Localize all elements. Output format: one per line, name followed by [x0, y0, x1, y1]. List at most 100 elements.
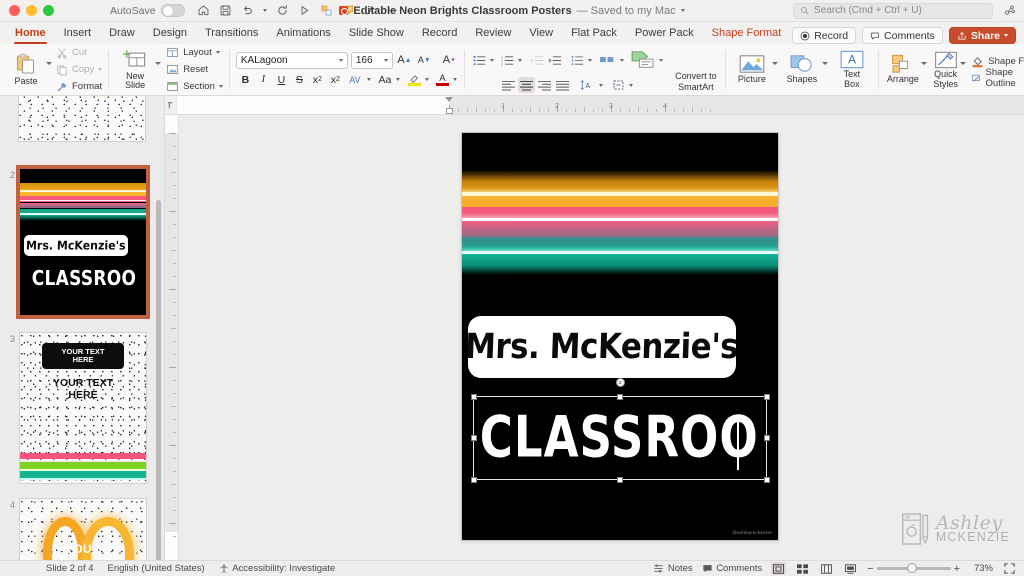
presenter-view-button[interactable]: [843, 562, 858, 575]
fit-slide-button[interactable]: [1002, 562, 1017, 575]
font-family-caret-icon[interactable]: [338, 58, 343, 62]
text-box-button[interactable]: A Text Box: [832, 44, 872, 95]
change-case-caret-icon[interactable]: [395, 78, 400, 81]
undo-dropdown-caret-icon[interactable]: [262, 9, 267, 12]
tab-review[interactable]: Review: [466, 24, 520, 44]
text-highlight-button[interactable]: [406, 72, 423, 88]
character-spacing-caret-icon[interactable]: [366, 78, 371, 81]
strikethrough-button[interactable]: S: [291, 72, 308, 88]
align-right-button[interactable]: [536, 77, 553, 93]
increase-indent-button[interactable]: [546, 52, 563, 68]
reset-button[interactable]: Reset: [166, 62, 223, 77]
close-window-button[interactable]: [9, 5, 20, 16]
resize-handle-top-right[interactable]: [763, 393, 770, 400]
convert-to-smartart-button[interactable]: Convert to SmartArt: [669, 44, 723, 95]
left-indent-marker[interactable]: [445, 108, 453, 114]
duplicate-icon[interactable]: [320, 4, 333, 17]
picture-button[interactable]: Picture: [732, 44, 772, 95]
resize-handle-middle-left[interactable]: [470, 434, 477, 441]
align-left-button[interactable]: [500, 77, 517, 93]
tab-draw[interactable]: Draw: [100, 24, 144, 44]
tab-insert[interactable]: Insert: [55, 24, 101, 44]
thumbnail-slide-3[interactable]: 3 YOUR TEXT HERE YOUR TEXT HERE: [3, 332, 147, 484]
bullets-button[interactable]: [471, 52, 488, 68]
slide-counter[interactable]: Slide 2 of 4: [46, 563, 94, 574]
slide-stage[interactable]: Mrs. McKenzie's CLASSROO @ashleymckenzie: [179, 115, 1024, 560]
redo-icon[interactable]: [276, 4, 289, 17]
font-size-caret-icon[interactable]: [383, 58, 388, 62]
share-button[interactable]: Share: [948, 27, 1016, 44]
smartart-caret-icon[interactable]: [658, 58, 663, 62]
tab-transitions[interactable]: Transitions: [196, 24, 267, 44]
rotation-handle[interactable]: [616, 378, 625, 387]
copy-button[interactable]: Copy: [56, 62, 103, 77]
superscript-button[interactable]: x2: [309, 72, 326, 88]
autosave-toggle[interactable]: [160, 4, 185, 17]
save-icon[interactable]: [219, 4, 232, 17]
present-icon[interactable]: [298, 4, 311, 17]
tab-flat-pack[interactable]: Flat Pack: [562, 24, 626, 44]
tab-animations[interactable]: Animations: [267, 24, 339, 44]
decrease-indent-button[interactable]: [528, 52, 545, 68]
line-spacing-list-button[interactable]: [569, 52, 586, 68]
zoom-out-button[interactable]: −: [867, 563, 873, 575]
zoom-level-label[interactable]: 73%: [969, 563, 993, 574]
text-direction-button[interactable]: A: [579, 77, 597, 93]
clear-formatting-button[interactable]: A ✦: [441, 52, 458, 68]
reading-view-button[interactable]: [819, 562, 834, 575]
search-input[interactable]: Search (Cmd + Ctrl + U): [793, 2, 993, 19]
new-slide-caret-icon[interactable]: [155, 62, 162, 65]
collaborate-icon[interactable]: [1003, 4, 1016, 17]
quick-styles-button[interactable]: Quick Styles: [931, 44, 960, 95]
layout-caret-icon[interactable]: [215, 51, 220, 54]
font-color-button[interactable]: A: [434, 72, 451, 88]
slide-thumbnail-pane[interactable]: 2 Mrs. McKenzie's CLASSROO 3 YOUR TEXT H…: [0, 96, 165, 560]
paste-button[interactable]: Paste: [6, 44, 46, 95]
columns-caret-icon[interactable]: [619, 58, 624, 62]
resize-handle-middle-right[interactable]: [763, 434, 770, 441]
format-painter-button[interactable]: Format: [56, 79, 102, 94]
arrange-caret-icon[interactable]: [920, 62, 927, 65]
title-dropdown-caret-icon[interactable]: [680, 9, 685, 12]
zoom-control[interactable]: − +: [867, 563, 960, 575]
picture-caret-icon[interactable]: [771, 62, 778, 65]
resize-handle-top-center[interactable]: [616, 393, 623, 400]
quick-styles-caret-icon[interactable]: [960, 62, 967, 65]
format-painter-icon[interactable]: [364, 4, 377, 17]
autosave-control[interactable]: AutoSave: [110, 4, 185, 17]
align-text-button[interactable]: [609, 77, 627, 93]
text-direction-caret-icon[interactable]: [599, 83, 604, 87]
home-icon[interactable]: [197, 4, 210, 17]
tab-record[interactable]: Record: [413, 24, 466, 44]
align-center-button[interactable]: [518, 77, 536, 93]
resize-handle-bottom-center[interactable]: [616, 476, 623, 483]
font-size-select[interactable]: 166: [350, 51, 393, 69]
thumbnail-slide-4[interactable]: 4 YOUR: [3, 498, 147, 560]
subscript-button[interactable]: x2: [327, 72, 344, 88]
align-text-caret-icon[interactable]: [629, 83, 634, 87]
paste-caret-icon[interactable]: [46, 62, 52, 65]
minimize-window-button[interactable]: [26, 5, 37, 16]
vertical-ruler[interactable]: [165, 115, 179, 560]
numbering-button[interactable]: 123: [499, 52, 516, 68]
justify-button[interactable]: [554, 77, 571, 93]
shapes-caret-icon[interactable]: [821, 62, 828, 65]
language-indicator[interactable]: English (United States): [108, 563, 205, 574]
record-button[interactable]: Record: [792, 27, 857, 44]
teacher-name-textbox[interactable]: Mrs. McKenzie's: [468, 316, 736, 378]
numbering-caret-icon[interactable]: [517, 58, 522, 62]
zoom-slider-knob[interactable]: [906, 563, 917, 573]
zoom-in-button[interactable]: +: [954, 563, 960, 575]
line-spacing-caret-icon[interactable]: [587, 58, 592, 62]
zoom-slider-track[interactable]: [876, 563, 951, 573]
accessibility-status[interactable]: Accessibility: Investigate: [219, 563, 335, 574]
tab-home[interactable]: Home: [6, 24, 55, 44]
section-button[interactable]: Section: [166, 79, 223, 94]
character-spacing-button[interactable]: AV: [345, 72, 365, 88]
columns-button[interactable]: [598, 52, 618, 68]
shapes-button[interactable]: Shapes: [782, 44, 822, 95]
undo-icon[interactable]: [241, 4, 254, 17]
bold-button[interactable]: B: [237, 72, 254, 88]
tab-slide-show[interactable]: Slide Show: [340, 24, 413, 44]
underline-button[interactable]: U: [273, 72, 290, 88]
